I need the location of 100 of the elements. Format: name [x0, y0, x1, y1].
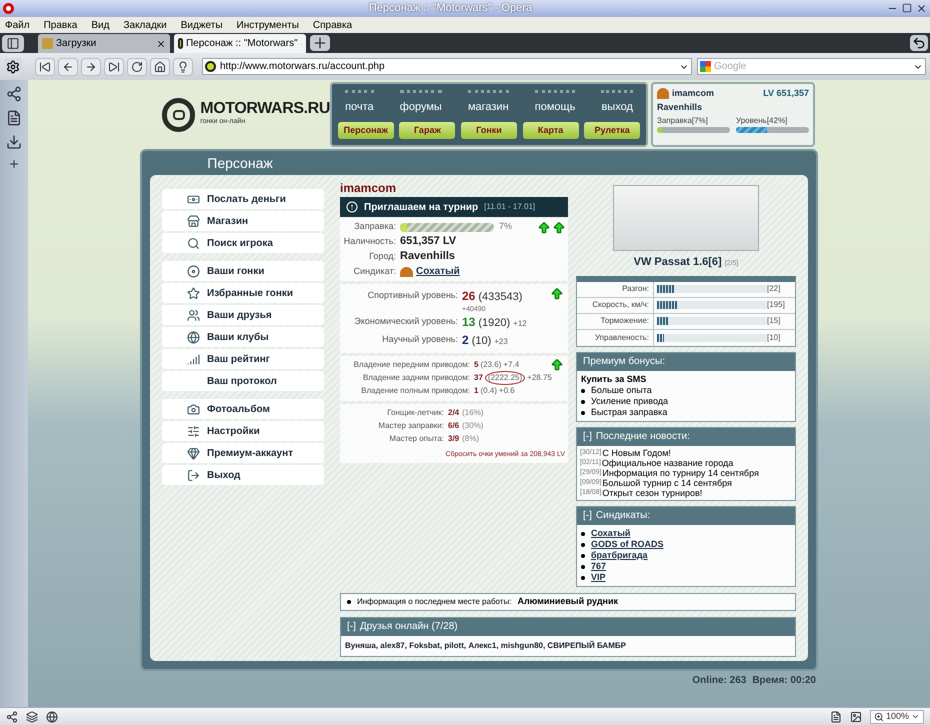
nav-link[interactable]: магазин — [468, 90, 509, 116]
skill-percent: (30%) — [462, 420, 484, 432]
player-name: imamcom — [340, 180, 398, 197]
level-bonus: +23 — [494, 336, 508, 348]
sidebar-item[interactable]: Фотоальбом — [162, 399, 324, 419]
menu-item[interactable]: Справка — [312, 18, 352, 32]
zoom-control[interactable]: 100% — [870, 710, 924, 724]
menu-item[interactable]: Виджеты — [180, 18, 223, 32]
level-value: 13 — [462, 314, 476, 330]
fuel-reading: 7% — [499, 220, 512, 234]
user-name: imamcom — [672, 87, 716, 100]
forward-button[interactable] — [81, 58, 101, 76]
level-bonus: +12 — [513, 318, 527, 330]
sidebar-item[interactable]: Премиум-аккаунт — [162, 443, 324, 463]
download-icon[interactable] — [6, 134, 22, 150]
bullet-icon — [581, 410, 585, 414]
bullet-icon — [581, 532, 585, 536]
sidebar-item[interactable]: Ваш протокол — [162, 371, 324, 391]
level-points: (1920) — [478, 316, 510, 330]
collapse-toggle[interactable]: [-] — [347, 619, 356, 634]
level-points: (433543) — [478, 290, 522, 305]
nav-link[interactable]: форумы — [400, 90, 442, 116]
reload-button[interactable] — [127, 58, 147, 76]
menu-item[interactable]: Инструменты — [236, 18, 299, 32]
maximize-button[interactable] — [902, 3, 912, 13]
sidebar-item[interactable]: Ваши друзья — [162, 305, 324, 325]
settings-icon[interactable] — [4, 58, 22, 76]
tournament-banner[interactable]: Приглашаем на турнир [11.01 - 17.01] — [340, 197, 568, 217]
sidebar-item[interactable]: Избранные гонки — [162, 283, 324, 303]
sidebar-item[interactable]: Настройки — [162, 421, 324, 441]
nav-button[interactable]: Гараж — [399, 122, 456, 140]
nav-link[interactable]: помощь — [534, 90, 576, 116]
sidebar-item[interactable]: Ваши гонки — [162, 261, 324, 281]
drive-label: Владение полным приводом: — [360, 385, 470, 397]
bullet-icon — [581, 564, 585, 568]
close-button[interactable] — [916, 3, 927, 14]
bullet-icon — [581, 576, 585, 580]
panel-toggle-icon[interactable] — [2, 35, 24, 52]
rewind-button[interactable] — [35, 58, 55, 76]
field-label: Наличность: — [342, 234, 396, 248]
stat-label: Скорость, км/ч: — [577, 298, 654, 312]
images-icon[interactable] — [850, 710, 862, 722]
menu-item[interactable]: Закладки — [123, 18, 167, 32]
collapse-toggle[interactable]: [-] — [583, 508, 592, 523]
browser-tab[interactable]: Загрузки — [38, 34, 170, 53]
turbo-icon[interactable] — [46, 710, 58, 722]
syndicate-link[interactable]: Сохатый — [591, 528, 630, 538]
browser-logo-icon — [3, 3, 14, 14]
syndicate-link[interactable]: Сохатый — [416, 264, 460, 279]
browser-tab[interactable]: Персонаж :: "Motorwars" — [174, 34, 306, 53]
collapse-toggle[interactable]: [-] — [583, 429, 592, 444]
news-link[interactable]: Открыт сезон турниров! — [602, 488, 702, 498]
syndicate-link[interactable]: VIP — [591, 572, 606, 582]
sync-icon[interactable] — [6, 710, 18, 722]
nav-link[interactable]: почта — [345, 90, 374, 116]
nav-link[interactable]: выход — [601, 90, 633, 116]
home-button[interactable] — [150, 58, 170, 76]
closed-tabs-icon[interactable] — [910, 35, 928, 51]
share-icon[interactable] — [6, 86, 22, 102]
sidebar-item[interactable]: Ваш рейтинг — [162, 349, 324, 369]
logo-text: MOTORWARS.RU — [200, 101, 330, 118]
nav-button[interactable]: Карта — [522, 122, 579, 140]
bullet-icon — [581, 542, 585, 546]
bullet-icon — [347, 600, 351, 604]
sidebar-item[interactable]: Ваши клубы — [162, 327, 324, 347]
news-link[interactable]: Большой турнир с 14 сентября — [602, 478, 732, 488]
box-title: Друзья онлайн (7/28) — [360, 620, 458, 634]
sidebar-item[interactable]: Послать деньги — [162, 189, 324, 209]
skill-label: Мастер опыта: — [388, 433, 444, 445]
fast-forward-button[interactable] — [104, 58, 124, 76]
syndicate-emblem-icon — [400, 266, 413, 276]
sidebar-item[interactable]: Выход — [162, 465, 324, 485]
drive-points: (2222.25) — [484, 371, 526, 385]
add-panel-icon[interactable] — [8, 158, 20, 170]
news-link[interactable]: С Новым Годом! — [602, 448, 671, 458]
new-tab-button[interactable] — [310, 35, 330, 51]
menu-item[interactable]: Правка — [44, 18, 78, 32]
nav-button[interactable]: Персонаж — [338, 122, 394, 140]
syndicate-link[interactable]: GODS of ROADS — [591, 538, 664, 550]
level-points: (10) — [472, 334, 492, 349]
notes-icon[interactable] — [6, 110, 22, 126]
logo-icon — [162, 98, 196, 132]
syndicate-link[interactable]: 767 — [591, 560, 606, 572]
address-field[interactable]: http://www.motorwars.ru/account.php — [202, 58, 692, 75]
news-link[interactable]: Официальное название города — [602, 458, 734, 468]
server-time: Время: 00:20 — [752, 674, 816, 688]
sidebar-item[interactable]: Магазин — [162, 211, 324, 231]
news-link[interactable]: Информация по турниру 14 сентября — [602, 468, 759, 478]
menu-item[interactable]: Файл — [5, 18, 30, 32]
nav-button[interactable]: Гонки — [460, 122, 517, 140]
back-button[interactable] — [58, 58, 78, 76]
sidebar-item[interactable]: Поиск игрока — [162, 233, 324, 253]
wand-button[interactable] — [173, 58, 193, 76]
nav-button[interactable]: Рулетка — [584, 122, 640, 140]
syndicate-link[interactable]: братбригада — [591, 550, 648, 560]
box-title: Премиум бонусы: — [583, 355, 665, 369]
online-count: Online: 263 — [692, 674, 746, 688]
unite-icon[interactable] — [26, 710, 38, 722]
panel-icon[interactable] — [830, 710, 842, 722]
menu-item[interactable]: Вид — [91, 18, 110, 32]
